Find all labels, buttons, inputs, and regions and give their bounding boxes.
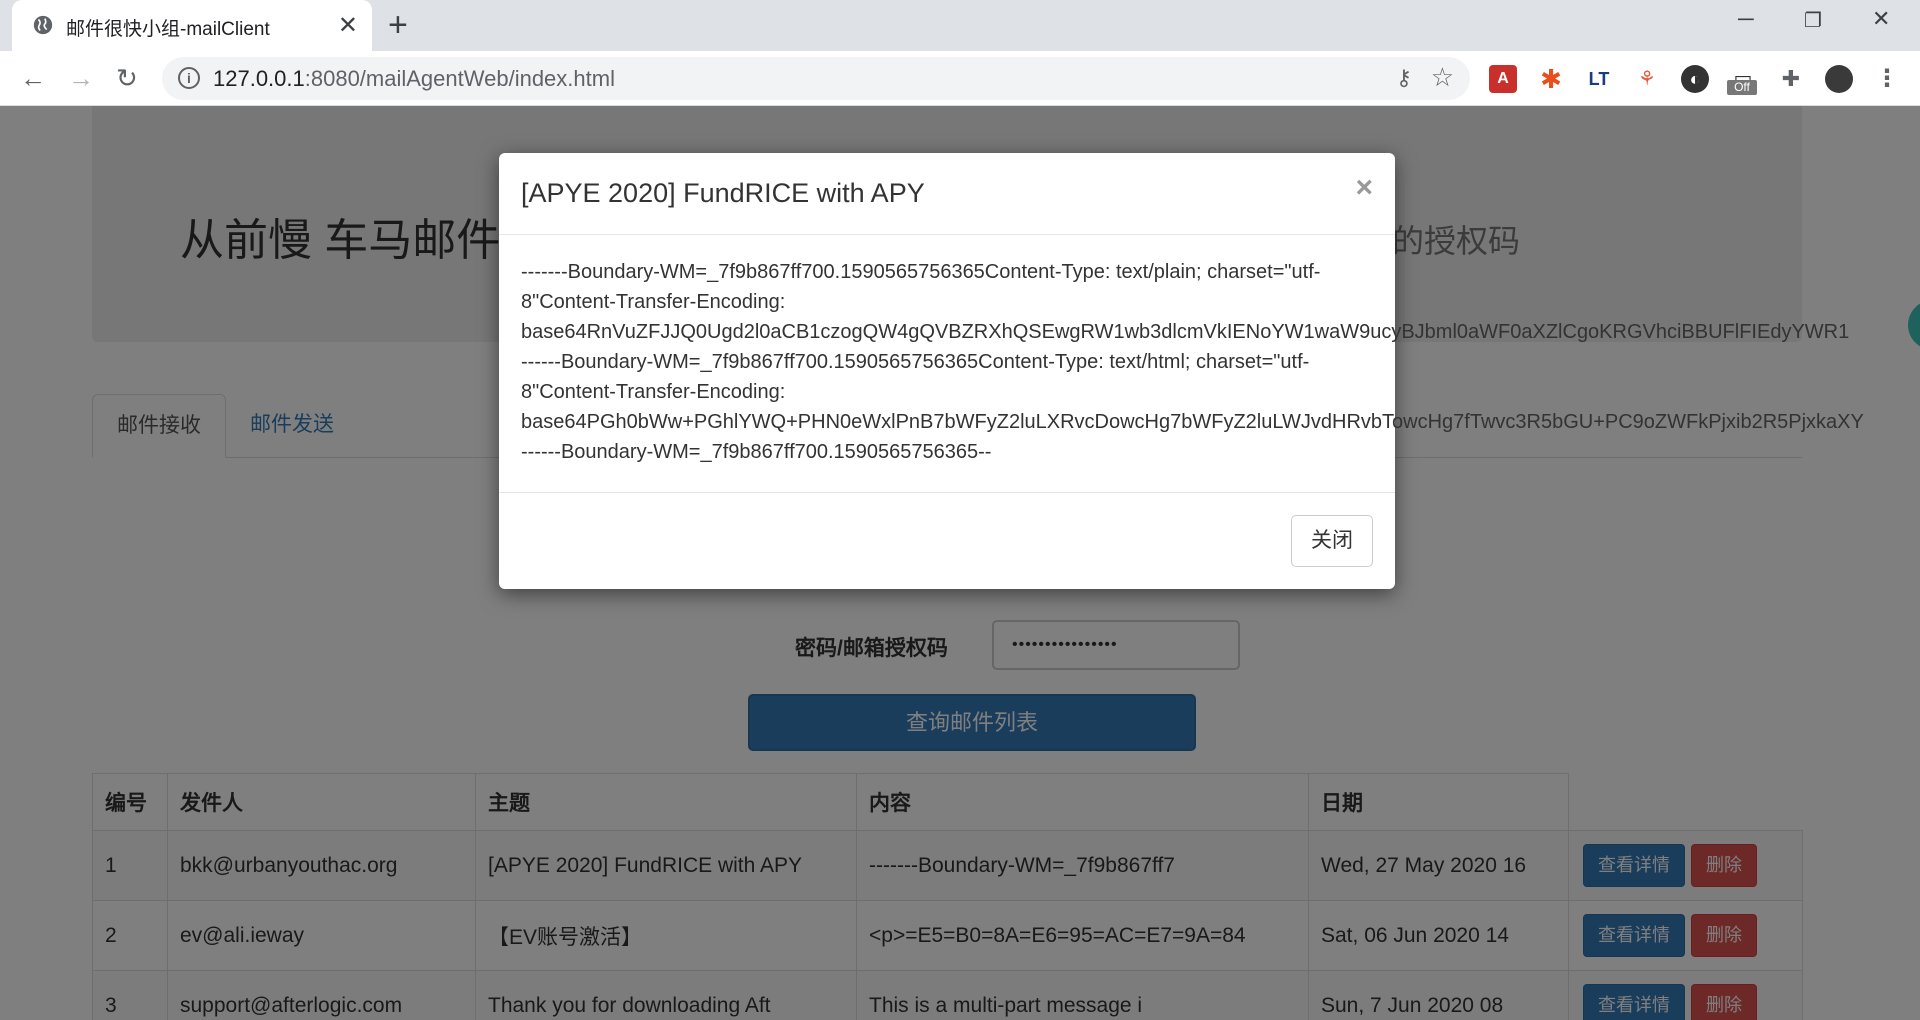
url-text[interactable]: 127.0.0.1:8080/mailAgentWeb/index.html: [213, 66, 615, 92]
modal-title: [APYE 2020] FundRICE with APY: [521, 178, 925, 208]
reload-icon[interactable]: ↻: [116, 63, 138, 94]
site-info-icon[interactable]: i: [178, 67, 200, 89]
mail-body-line: base64RnVuZFJJQ0Ugd2l0aCB1czogQW4gQVBZRX…: [521, 321, 1850, 343]
forward-icon[interactable]: →: [68, 63, 94, 94]
key-icon[interactable]: ⚷: [1396, 65, 1412, 91]
mail-body-line: ------Boundary-WM=_7f9b867ff700.15905657…: [521, 351, 1310, 373]
globe-icon: [33, 15, 53, 35]
pdf-extension-icon[interactable]: A: [1489, 65, 1517, 93]
bookmark-star-icon[interactable]: ☆: [1431, 62, 1454, 93]
modal-header: [APYE 2020] FundRICE with APY ×: [499, 153, 1395, 235]
tab-title: 邮件很快小组-mailClient: [66, 19, 270, 40]
circle-extension-icon[interactable]: ◐: [1681, 65, 1709, 93]
new-tab-icon[interactable]: +: [388, 6, 408, 45]
browser-tabbar: 邮件很快小组-mailClient ✕ + ─ ❐ ✕: [0, 0, 1920, 51]
asterisk-extension-icon[interactable]: ✱: [1537, 65, 1565, 93]
modal-footer: 关闭: [499, 492, 1395, 589]
mail-detail-modal: [APYE 2020] FundRICE with APY × -------B…: [499, 153, 1864, 589]
mail-body-line: base64PGh0bWw+PGhlYWQ+PHN0eWxlPnB7bWFyZ2…: [521, 411, 1864, 433]
tab-close-icon[interactable]: ✕: [338, 11, 358, 40]
modal-body: -------Boundary-WM=_7f9b867ff700.1590565…: [521, 257, 1864, 467]
avatar[interactable]: [1825, 65, 1853, 93]
mail-body-line: 8"Content-Transfer-Encoding:: [521, 381, 786, 403]
address-bar[interactable]: i 127.0.0.1:8080/mailAgentWeb/index.html…: [162, 57, 1470, 100]
modal-close-button[interactable]: 关闭: [1291, 515, 1373, 567]
puzzle-icon[interactable]: ✚: [1777, 65, 1805, 93]
lt-extension-icon[interactable]: LT: [1585, 65, 1613, 93]
mail-body-line: ------Boundary-WM=_7f9b867ff700.15905657…: [521, 441, 992, 463]
window-close-icon[interactable]: ✕: [1872, 6, 1890, 32]
menu-dots-icon[interactable]: ⋮: [1873, 65, 1901, 93]
ext-off-badge: Off: [1727, 80, 1757, 95]
minimize-icon[interactable]: ─: [1738, 6, 1754, 32]
mail-body-line: -------Boundary-WM=_7f9b867ff700.1590565…: [521, 261, 1321, 283]
modal-close-icon[interactable]: ×: [1355, 171, 1373, 205]
mail-body-line: 8"Content-Transfer-Encoding:: [521, 291, 786, 313]
network-extension-icon[interactable]: ⚘: [1633, 65, 1661, 93]
back-icon[interactable]: ←: [20, 63, 46, 94]
restore-icon[interactable]: ❐: [1804, 8, 1822, 33]
browser-tab[interactable]: 邮件很快小组-mailClient ✕: [12, 0, 372, 51]
browser-toolbar: ← → ↻ i 127.0.0.1:8080/mailAgentWeb/inde…: [0, 51, 1920, 106]
